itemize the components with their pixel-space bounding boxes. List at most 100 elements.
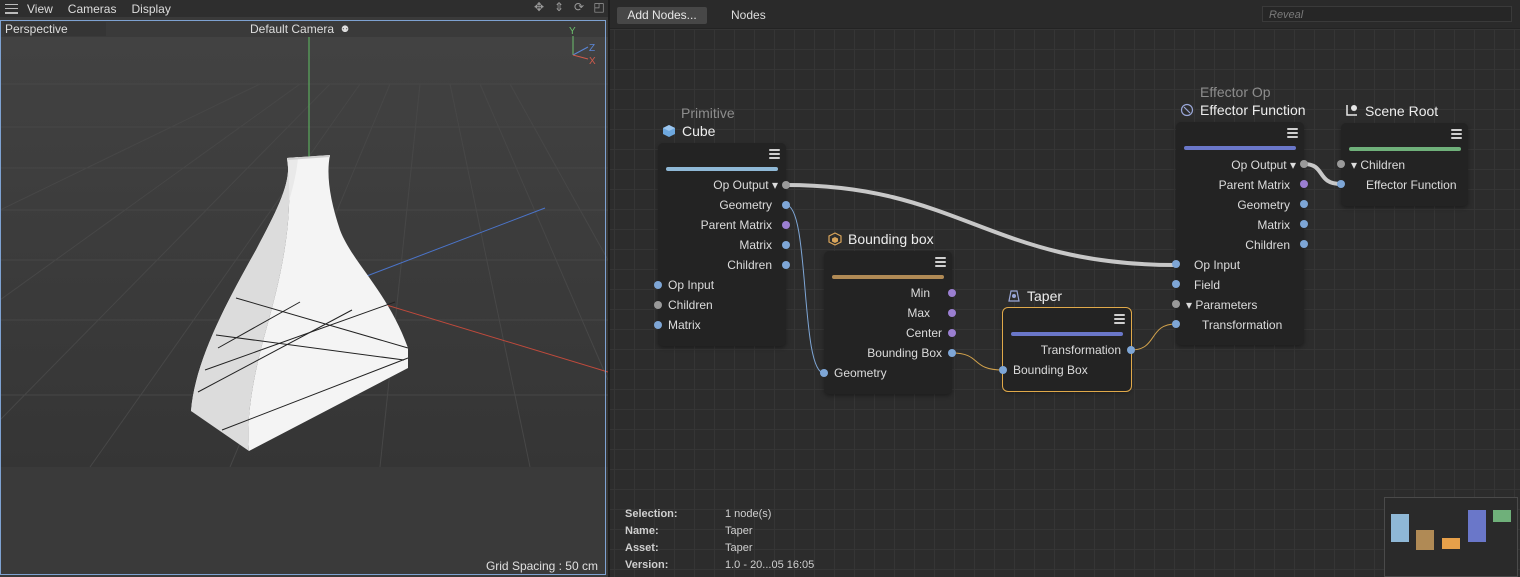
minimap-taper: [1442, 538, 1460, 549]
port-parent-matrix: Parent Matrix: [700, 218, 772, 232]
port-dot-min[interactable]: [948, 289, 956, 297]
active-viewport-frame: [0, 20, 606, 575]
port-dot-matrix[interactable]: [782, 241, 790, 249]
port-dot-children-eff[interactable]: [1300, 240, 1308, 248]
wire-bounding-box: [951, 352, 1004, 371]
port-dot-op-output-eff[interactable]: [1300, 160, 1308, 168]
port-dot-children-root[interactable]: [1337, 160, 1345, 168]
port-children-in: Children: [668, 298, 713, 312]
port-min: Min: [910, 286, 930, 300]
port-dot-center[interactable]: [948, 329, 956, 337]
info-version-value: 1.0 - 20...05 16:05: [725, 559, 815, 571]
port-dot-bounding-box[interactable]: [948, 349, 956, 357]
node-scene-root-menu-icon[interactable]: [1451, 129, 1462, 139]
node-taper-title: Taper: [1027, 288, 1063, 304]
node-effector-title: Effector Function: [1200, 102, 1306, 118]
port-children: Children: [727, 258, 772, 272]
port-field: Field: [1194, 278, 1221, 292]
port-op-output: Op Output ▾: [713, 178, 778, 192]
selection-info-panel: Selection: 1 node(s) Name: Taper Asset: …: [620, 505, 820, 577]
port-dot-effector-function-root[interactable]: [1337, 180, 1345, 188]
port-parent-matrix-eff: Parent Matrix: [1218, 178, 1290, 192]
node-cube-menu-icon[interactable]: [769, 149, 780, 159]
port-dot-geometry[interactable]: [782, 201, 790, 209]
node-cube-subtitle: Primitive: [681, 105, 735, 121]
port-children-eff: Children: [1245, 238, 1290, 252]
wire-effector-to-root: [1303, 162, 1342, 186]
port-bounding-box: Bounding Box: [867, 346, 942, 360]
effector-icon: [1180, 103, 1194, 117]
camera-icon[interactable]: ⚉: [341, 24, 352, 34]
port-max: Max: [907, 306, 930, 320]
port-dot-geometry-in[interactable]: [820, 369, 828, 377]
port-geometry-in: Geometry: [834, 366, 887, 380]
port-op-input: Op Input: [668, 278, 715, 292]
node-minimap[interactable]: [1384, 497, 1518, 577]
node-taper-menu-icon[interactable]: [1114, 314, 1125, 324]
port-bounding-box-in: Bounding Box: [1013, 363, 1088, 377]
port-dot-parent-matrix-eff[interactable]: [1300, 180, 1308, 188]
port-dot-matrix-eff[interactable]: [1300, 220, 1308, 228]
node-bounding-box-menu-icon[interactable]: [935, 257, 946, 267]
node-effector-menu-icon[interactable]: [1287, 128, 1298, 138]
node-cube-title: Cube: [682, 123, 716, 139]
scene-root-icon: [1346, 105, 1357, 116]
port-matrix: Matrix: [739, 238, 772, 252]
port-dot-field[interactable]: [1172, 280, 1180, 288]
port-dot-transformation-in[interactable]: [1172, 320, 1180, 328]
port-dot-geometry-eff[interactable]: [1300, 200, 1308, 208]
viewport-panel[interactable]: View Cameras Display ✥ ⇕ ⟳ ◰ Y Z X Persp…: [0, 0, 610, 577]
port-geometry: Geometry: [719, 198, 772, 212]
port-dot-matrix-in[interactable]: [654, 321, 662, 329]
info-asset-value: Taper: [725, 542, 753, 554]
port-dot-children[interactable]: [782, 261, 790, 269]
port-effector-function-root: Effector Function: [1366, 178, 1457, 192]
port-transformation-in: Transformation: [1202, 318, 1283, 332]
info-selection-label: Selection:: [625, 508, 678, 520]
info-name-label: Name:: [625, 525, 659, 537]
port-matrix-in: Matrix: [668, 318, 701, 332]
port-dot-bounding-box-in[interactable]: [999, 366, 1007, 374]
wire-geometry: [785, 204, 825, 374]
taper-icon: [1008, 290, 1020, 302]
port-transformation: Transformation: [1040, 343, 1121, 357]
bounding-box-icon: [828, 232, 842, 246]
node-cube-color-bar: [666, 167, 778, 171]
port-dot-parameters[interactable]: [1172, 300, 1180, 308]
port-children-root: ▾ Children: [1351, 158, 1406, 172]
node-scene-root-color-bar: [1349, 147, 1461, 151]
port-matrix-eff: Matrix: [1257, 218, 1290, 232]
port-dot-parent-matrix[interactable]: [782, 221, 790, 229]
viewport-header: Perspective Default Camera ⚉: [1, 21, 605, 37]
port-center: Center: [905, 326, 942, 340]
node-editor[interactable]: Add Nodes... Nodes Reveal Primitive Cube…: [610, 0, 1520, 577]
minimap-effector: [1468, 510, 1486, 542]
node-bounding-box-color-bar: [832, 275, 944, 279]
port-op-output-eff: Op Output ▾: [1231, 158, 1296, 172]
node-scene-root-title: Scene Root: [1365, 103, 1439, 119]
port-dot-transformation[interactable]: [1127, 346, 1135, 354]
camera-label[interactable]: Default Camera: [250, 22, 334, 36]
port-dot-max[interactable]: [948, 309, 956, 317]
port-dot-op-input[interactable]: [654, 281, 662, 289]
grid-spacing-label: Grid Spacing : 50 cm: [485, 559, 598, 573]
info-selection-value: 1 node(s): [725, 508, 772, 520]
info-version-label: Version:: [625, 559, 669, 571]
port-dot-op-input-eff[interactable]: [1172, 260, 1180, 268]
wire-transformation: [1130, 323, 1177, 351]
port-parameters: ▾ Parameters: [1186, 298, 1258, 312]
info-name-value: Taper: [725, 525, 753, 537]
info-asset-label: Asset:: [625, 542, 659, 554]
node-taper-color-bar: [1011, 332, 1123, 336]
minimap-bounding-box: [1416, 530, 1434, 550]
minimap-scene-root: [1493, 510, 1511, 522]
port-op-input-eff: Op Input: [1194, 258, 1241, 272]
node-effector-subtitle: Effector Op: [1200, 84, 1271, 100]
cube-icon: [663, 125, 675, 137]
node-effector-color-bar: [1184, 146, 1296, 150]
minimap-cube: [1391, 514, 1409, 542]
projection-label[interactable]: Perspective: [4, 22, 106, 36]
port-dot-op-output[interactable]: [782, 181, 790, 189]
port-geometry-eff: Geometry: [1237, 198, 1290, 212]
port-dot-children-in[interactable]: [654, 301, 662, 309]
